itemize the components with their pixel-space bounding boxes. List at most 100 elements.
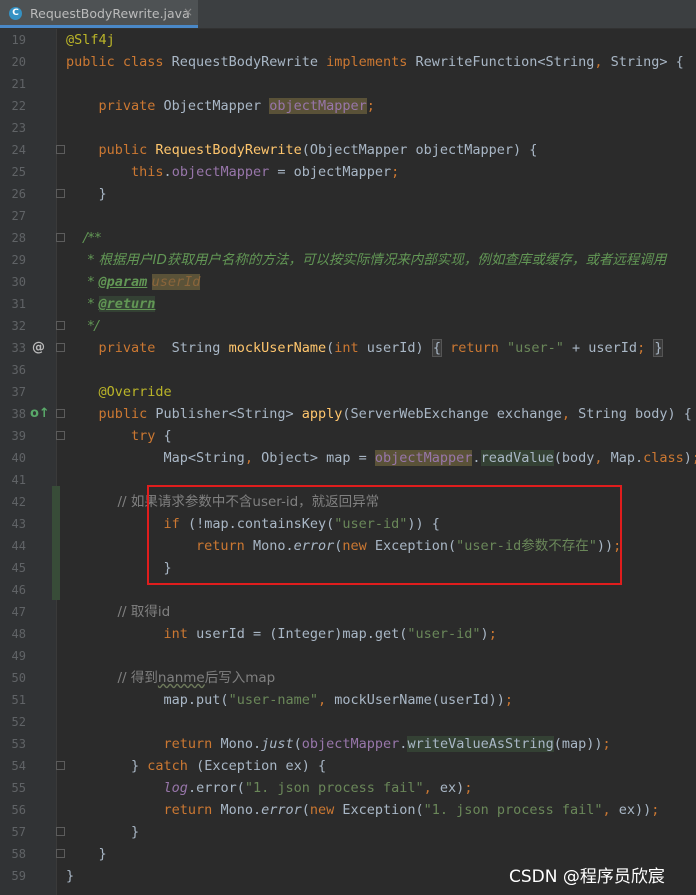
- at-implementation-icon[interactable]: @: [32, 337, 45, 359]
- line-number[interactable]: 51: [0, 689, 26, 711]
- code-text[interactable]: }: [66, 843, 107, 865]
- code-line[interactable]: 50 // 得到nanme后写入map: [0, 667, 696, 689]
- line-number[interactable]: 55: [0, 777, 26, 799]
- code-line[interactable]: 27: [0, 205, 696, 227]
- line-number[interactable]: 53: [0, 733, 26, 755]
- line-number[interactable]: 52: [0, 711, 26, 733]
- line-number[interactable]: 28: [0, 227, 26, 249]
- code-text[interactable]: Map<String, Object> map = objectMapper.r…: [66, 447, 696, 469]
- fold-toggle-icon[interactable]: [56, 233, 65, 242]
- line-number[interactable]: 20: [0, 51, 26, 73]
- code-line[interactable]: 40 Map<String, Object> map = objectMappe…: [0, 447, 696, 469]
- line-number[interactable]: 59: [0, 865, 26, 887]
- code-line[interactable]: 36: [0, 359, 696, 381]
- line-number[interactable]: 29: [0, 249, 26, 271]
- code-text[interactable]: */: [66, 315, 98, 337]
- code-text[interactable]: * @param userId: [66, 271, 201, 293]
- code-text[interactable]: private String mockUserName(int userId) …: [66, 337, 664, 359]
- code-line[interactable]: 37 @Override: [0, 381, 696, 403]
- code-text[interactable]: log.error("1. json process fail", ex);: [66, 777, 473, 799]
- line-number[interactable]: 22: [0, 95, 26, 117]
- code-line[interactable]: 39 try {: [0, 425, 696, 447]
- line-number[interactable]: 43: [0, 513, 26, 535]
- line-number[interactable]: 32: [0, 315, 26, 337]
- code-line[interactable]: 47 // 取得id: [0, 601, 696, 623]
- code-text[interactable]: public Publisher<String> apply(ServerWeb…: [66, 403, 692, 425]
- code-text[interactable]: @Slf4j: [66, 29, 115, 51]
- line-number[interactable]: 30: [0, 271, 26, 293]
- code-line[interactable]: 51 map.put("user-name", mockUserName(use…: [0, 689, 696, 711]
- code-line[interactable]: 32 */: [0, 315, 696, 337]
- fold-toggle-icon[interactable]: [56, 321, 65, 330]
- line-number[interactable]: 37: [0, 381, 26, 403]
- line-number[interactable]: 31: [0, 293, 26, 315]
- fold-toggle-icon[interactable]: [56, 827, 65, 836]
- line-number[interactable]: 49: [0, 645, 26, 667]
- line-number[interactable]: 56: [0, 799, 26, 821]
- code-text[interactable]: * @return: [66, 293, 156, 315]
- line-number[interactable]: 50: [0, 667, 26, 689]
- code-line[interactable]: 20 public class RequestBodyRewrite implem…: [0, 51, 696, 73]
- fold-toggle-icon[interactable]: [56, 761, 65, 770]
- line-number[interactable]: 48: [0, 623, 26, 645]
- code-text[interactable]: return Mono.error(new Exception("1. json…: [66, 799, 660, 821]
- code-line[interactable]: 48 int userId = (Integer)map.get("user-i…: [0, 623, 696, 645]
- line-number[interactable]: 19: [0, 29, 26, 51]
- code-text[interactable]: return Mono.just(objectMapper.writeValue…: [66, 733, 611, 755]
- line-number[interactable]: 39: [0, 425, 26, 447]
- line-number[interactable]: 47: [0, 601, 26, 623]
- code-line[interactable]: 31 * @return: [0, 293, 696, 315]
- code-text[interactable]: /**: [66, 227, 101, 249]
- code-text[interactable]: } catch (Exception ex) {: [66, 755, 326, 777]
- fold-toggle-icon[interactable]: [56, 431, 65, 440]
- code-text[interactable]: map.put("user-name", mockUserName(userId…: [66, 689, 514, 711]
- fold-toggle-icon[interactable]: [56, 343, 65, 352]
- code-line[interactable]: 19 @Slf4j: [0, 29, 696, 51]
- fold-toggle-icon[interactable]: [56, 189, 65, 198]
- code-line[interactable]: 25 this.objectMapper = objectMapper;: [0, 161, 696, 183]
- code-line[interactable]: 29 * 根据用户ID获取用户名称的方法，可以按实际情况来内部实现，例如查库或缓…: [0, 249, 696, 271]
- line-number[interactable]: 23: [0, 117, 26, 139]
- line-number[interactable]: 27: [0, 205, 26, 227]
- code-line[interactable]: 26 }: [0, 183, 696, 205]
- line-number[interactable]: 21: [0, 73, 26, 95]
- line-number[interactable]: 54: [0, 755, 26, 777]
- code-line[interactable]: 33 @ private String mockUserName(int user…: [0, 337, 696, 359]
- code-line[interactable]: 23: [0, 117, 696, 139]
- code-line[interactable]: 55 log.error("1. json process fail", ex)…: [0, 777, 696, 799]
- code-line[interactable]: 53 return Mono.just(objectMapper.writeVa…: [0, 733, 696, 755]
- line-number[interactable]: 25: [0, 161, 26, 183]
- code-text[interactable]: }: [66, 865, 74, 887]
- line-number[interactable]: 58: [0, 843, 26, 865]
- code-text[interactable]: public RequestBodyRewrite(ObjectMapper o…: [66, 139, 538, 161]
- tab-request-body-rewrite[interactable]: C RequestBodyRewrite.java ×: [0, 0, 198, 28]
- line-number[interactable]: 40: [0, 447, 26, 469]
- code-text[interactable]: try {: [66, 425, 172, 447]
- code-line[interactable]: 21: [0, 73, 696, 95]
- code-text[interactable]: public class RequestBodyRewrite implemen…: [66, 51, 684, 73]
- fold-toggle-icon[interactable]: [56, 145, 65, 154]
- code-text[interactable]: @Override: [66, 381, 172, 403]
- code-line[interactable]: 56 return Mono.error(new Exception("1. j…: [0, 799, 696, 821]
- line-number[interactable]: 36: [0, 359, 26, 381]
- code-text[interactable]: }: [66, 821, 139, 843]
- override-method-icon[interactable]: o↑: [30, 403, 50, 425]
- code-line[interactable]: 38 o↑ public Publisher<String> apply(Serv…: [0, 403, 696, 425]
- close-icon[interactable]: ×: [183, 5, 193, 19]
- code-text[interactable]: private ObjectMapper objectMapper;: [66, 95, 375, 117]
- line-number[interactable]: 33: [0, 337, 26, 359]
- code-line[interactable]: 49: [0, 645, 696, 667]
- code-text[interactable]: * 根据用户ID获取用户名称的方法，可以按实际情况来内部实现，例如查库或缓存，或…: [66, 249, 666, 271]
- line-number[interactable]: 38: [0, 403, 26, 425]
- line-number[interactable]: 24: [0, 139, 26, 161]
- code-text[interactable]: this.objectMapper = objectMapper;: [66, 161, 399, 183]
- code-line[interactable]: 30 * @param userId: [0, 271, 696, 293]
- code-line[interactable]: 28 /**: [0, 227, 696, 249]
- code-line[interactable]: 24 public RequestBodyRewrite(ObjectMappe…: [0, 139, 696, 161]
- line-number[interactable]: 41: [0, 469, 26, 491]
- code-text[interactable]: // 取得id: [66, 601, 170, 623]
- code-text[interactable]: }: [66, 183, 107, 205]
- code-line[interactable]: 54 } catch (Exception ex) {: [0, 755, 696, 777]
- line-number[interactable]: 42: [0, 491, 26, 513]
- code-line[interactable]: 57 }: [0, 821, 696, 843]
